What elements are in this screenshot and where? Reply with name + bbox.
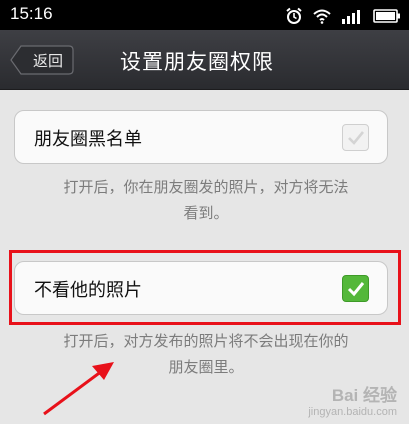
description-line: 看到。 bbox=[183, 204, 229, 222]
title-bar: 返回 设置朋友圈权限 bbox=[0, 30, 409, 90]
setting-moments-blacklist[interactable]: 朋友圈黑名单 bbox=[14, 110, 388, 164]
description-line: 打开后，你在朋友圈发的照片，对方将无法 bbox=[63, 178, 349, 196]
status-time: 15:16 bbox=[10, 4, 53, 23]
arrow-annotation-icon bbox=[43, 362, 114, 416]
status-bar: 15:16 bbox=[0, 0, 409, 30]
battery-icon bbox=[373, 8, 400, 23]
signal-icon bbox=[341, 9, 360, 24]
moments-blacklist-checkbox[interactable] bbox=[342, 124, 369, 151]
status-icons bbox=[280, 5, 401, 25]
wifi-icon bbox=[313, 9, 331, 24]
back-button[interactable]: 返回 bbox=[10, 45, 74, 75]
setting-moments-blacklist-label: 朋友圈黑名单 bbox=[34, 129, 142, 150]
setting-hide-his-photos-label: 不看他的照片 bbox=[34, 280, 142, 301]
page-title: 设置朋友圈权限 bbox=[120, 50, 274, 74]
alarm-icon bbox=[286, 7, 302, 24]
checkmark-icon bbox=[348, 131, 365, 145]
watermark-url: jingyan.baidu.com bbox=[308, 406, 397, 418]
setting-hide-his-photos[interactable]: 不看他的照片 bbox=[14, 261, 388, 315]
hide-his-photos-checkbox[interactable] bbox=[342, 275, 369, 302]
setting-moments-blacklist-description: 打开后，你在朋友圈发的照片，对方将无法 看到。 bbox=[20, 174, 392, 226]
checkmark-icon bbox=[347, 282, 365, 297]
watermark-brand: Bai 经验 bbox=[331, 386, 397, 405]
back-button-label: 返回 bbox=[32, 52, 63, 70]
description-line: 打开后，对方发布的照片将不会出现在你的 bbox=[63, 332, 349, 350]
watermark: Bai 经验 jingyan.baidu.com bbox=[308, 381, 397, 418]
